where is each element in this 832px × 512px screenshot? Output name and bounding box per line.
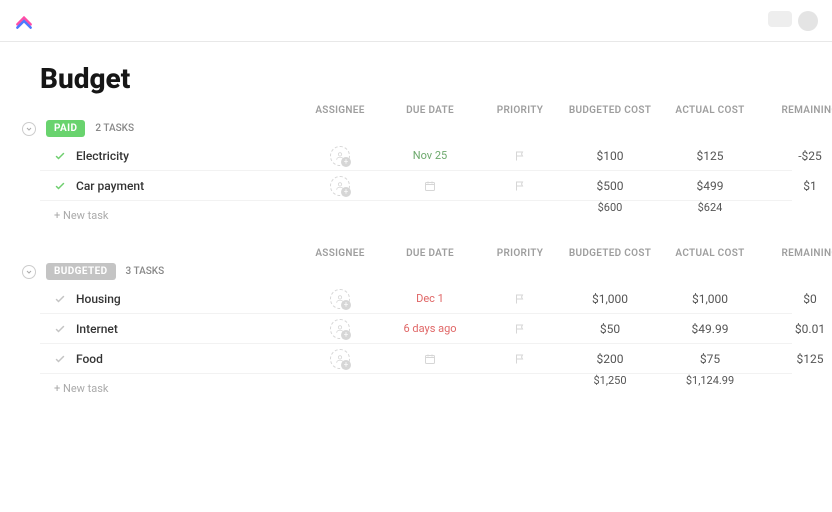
task-row[interactable]: Car payment + $500 $499 $1 xyxy=(40,171,792,201)
group-header[interactable]: BUDGETED 3 TASKS xyxy=(22,259,792,284)
task-name[interactable]: Car payment xyxy=(76,179,144,193)
due-date[interactable]: Nov 25 xyxy=(380,149,480,162)
chevron-down-icon[interactable] xyxy=(22,122,36,136)
task-name[interactable]: Food xyxy=(76,352,103,366)
due-date[interactable]: 6 days ago xyxy=(380,322,480,335)
remaining: $125 xyxy=(760,352,832,366)
column-header: ASSIGNEE xyxy=(300,248,380,259)
chevron-down-icon[interactable] xyxy=(22,265,36,279)
task-name[interactable]: Electricity xyxy=(76,149,129,163)
column-header: PRIORITY xyxy=(480,248,560,259)
topbar-button-1[interactable] xyxy=(768,11,792,27)
new-task-button[interactable]: + New task xyxy=(40,201,300,230)
calendar-icon[interactable] xyxy=(380,353,480,365)
plus-icon: + xyxy=(341,360,351,370)
check-icon[interactable] xyxy=(54,323,66,335)
column-header: DUE DATE xyxy=(380,248,480,259)
priority-flag-icon[interactable] xyxy=(480,353,560,365)
topbar xyxy=(0,0,832,42)
topbar-button-2[interactable] xyxy=(798,11,818,31)
group-header[interactable]: PAID 2 TASKS xyxy=(22,116,792,141)
column-header: REMAINING xyxy=(760,248,832,259)
budgeted-cost[interactable]: $500 xyxy=(560,179,660,193)
app-logo-icon xyxy=(14,11,34,31)
priority-flag-icon[interactable] xyxy=(480,323,560,335)
calendar-icon[interactable] xyxy=(380,180,480,192)
check-icon[interactable] xyxy=(54,353,66,365)
plus-icon: + xyxy=(341,157,351,167)
column-header: REMAINING xyxy=(760,105,832,116)
budgeted-cost[interactable]: $100 xyxy=(560,149,660,163)
task-row[interactable]: Internet + 6 days ago $50 $49.99 $0.01 xyxy=(40,314,792,344)
remaining: $0.01 xyxy=(760,322,832,336)
subtotal-actual: $624 xyxy=(660,201,760,230)
assignee-button[interactable]: + xyxy=(300,289,380,309)
task-row[interactable]: Electricity + Nov 25 $100 $125 -$25 xyxy=(40,141,792,171)
topbar-actions xyxy=(768,11,818,31)
column-header: DUE DATE xyxy=(380,105,480,116)
page-title: Budget xyxy=(40,62,792,95)
status-badge[interactable]: PAID xyxy=(46,120,85,137)
plus-icon: + xyxy=(341,187,351,197)
actual-cost[interactable]: $125 xyxy=(660,149,760,163)
budgeted-cost[interactable]: $1,000 xyxy=(560,292,660,306)
person-icon: + xyxy=(330,176,350,196)
subtotal-budgeted: $1,250 xyxy=(560,374,660,403)
actual-cost[interactable]: $75 xyxy=(660,352,760,366)
remaining: -$25 xyxy=(760,149,832,163)
subtotal-budgeted: $600 xyxy=(560,201,660,230)
column-header: BUDGETED COST xyxy=(560,105,660,116)
task-count: 3 TASKS xyxy=(126,266,165,277)
budgeted-cost[interactable]: $200 xyxy=(560,352,660,366)
column-header: PRIORITY xyxy=(480,105,560,116)
subtotal-actual: $1,124.99 xyxy=(660,374,760,403)
remaining: $1 xyxy=(760,179,832,193)
task-name[interactable]: Housing xyxy=(76,292,121,306)
column-header: BUDGETED COST xyxy=(560,248,660,259)
column-header: ACTUAL COST xyxy=(660,105,760,116)
assignee-button[interactable]: + xyxy=(300,349,380,369)
due-date[interactable]: Dec 1 xyxy=(380,292,480,305)
task-count: 2 TASKS xyxy=(95,123,134,134)
person-icon: + xyxy=(330,319,350,339)
priority-flag-icon[interactable] xyxy=(480,293,560,305)
check-icon[interactable] xyxy=(54,150,66,162)
actual-cost[interactable]: $49.99 xyxy=(660,322,760,336)
task-row[interactable]: Food + $200 $75 $125 xyxy=(40,344,792,374)
actual-cost[interactable]: $499 xyxy=(660,179,760,193)
person-icon: + xyxy=(330,349,350,369)
column-header: ASSIGNEE xyxy=(300,105,380,116)
assignee-button[interactable]: + xyxy=(300,176,380,196)
task-name[interactable]: Internet xyxy=(76,322,118,336)
check-icon[interactable] xyxy=(54,293,66,305)
check-icon[interactable] xyxy=(54,180,66,192)
status-badge[interactable]: BUDGETED xyxy=(46,263,116,280)
remaining: $0 xyxy=(760,292,832,306)
task-row[interactable]: Housing + Dec 1 $1,000 $1,000 $0 xyxy=(40,284,792,314)
assignee-button[interactable]: + xyxy=(300,146,380,166)
plus-icon: + xyxy=(341,300,351,310)
priority-flag-icon[interactable] xyxy=(480,180,560,192)
priority-flag-icon[interactable] xyxy=(480,150,560,162)
plus-icon: + xyxy=(341,330,351,340)
budgeted-cost[interactable]: $50 xyxy=(560,322,660,336)
person-icon: + xyxy=(330,146,350,166)
person-icon: + xyxy=(330,289,350,309)
actual-cost[interactable]: $1,000 xyxy=(660,292,760,306)
new-task-button[interactable]: + New task xyxy=(40,374,300,403)
column-header: ACTUAL COST xyxy=(660,248,760,259)
assignee-button[interactable]: + xyxy=(300,319,380,339)
